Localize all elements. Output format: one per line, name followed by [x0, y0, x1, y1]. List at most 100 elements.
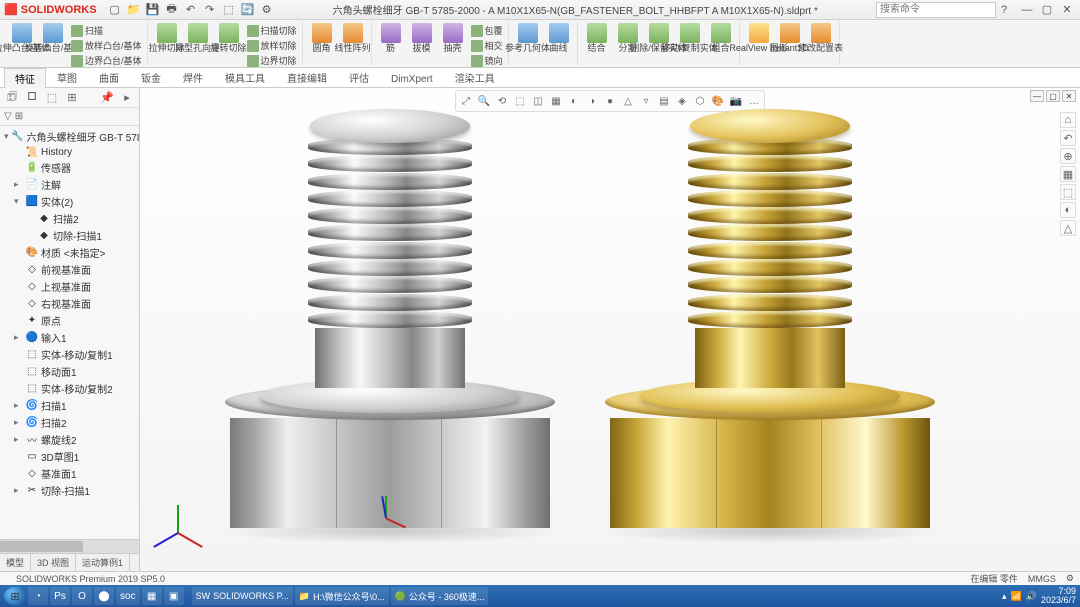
taskbar-app-1[interactable]: 📁H:\微信公众号\0... — [295, 587, 389, 605]
ribbon-button[interactable]: 移动/复制实体 — [675, 23, 705, 53]
tree-node[interactable]: ▾🟦实体(2) — [0, 193, 139, 210]
tree-node[interactable]: ▸🔵输入1 — [0, 329, 139, 346]
qat-2[interactable]: 💾 — [145, 2, 161, 18]
vp-tool-5[interactable]: ▦ — [548, 93, 564, 109]
ribbon-button[interactable]: 筋 — [376, 23, 406, 68]
taskbar-clock[interactable]: 7:092023/6/7 — [1041, 587, 1076, 605]
panel-tab-1[interactable]: 🞑 — [24, 90, 40, 106]
ribbon-small-button[interactable]: 相交 — [469, 38, 505, 53]
panel-tab-2[interactable]: ⬚ — [44, 90, 60, 106]
ribbon-button[interactable]: RealView 图形 — [744, 23, 774, 53]
cmdtab-焊件[interactable]: 焊件 — [172, 67, 214, 87]
taskbar-pinned-1[interactable]: Ps — [50, 587, 70, 605]
ribbon-button[interactable]: 线性阵列 — [338, 23, 368, 53]
tree-node[interactable]: ▸〰螺旋线2 — [0, 431, 139, 448]
vp-tool-10[interactable]: ▿ — [638, 93, 654, 109]
taskpane-tab-3[interactable]: ▦ — [1060, 166, 1076, 182]
tree-node[interactable]: ▸🌀扫描2 — [0, 414, 139, 431]
minimize-button[interactable]: — — [1018, 3, 1036, 17]
bottom-tab[interactable]: 运动算例1 — [76, 554, 130, 571]
vp-tool-2[interactable]: ⟲ — [494, 93, 510, 109]
vp-tool-4[interactable]: ◫ — [530, 93, 546, 109]
status-settings-icon[interactable]: ⚙ — [1066, 573, 1074, 584]
tray-arrow-icon[interactable]: ▴ — [1002, 591, 1007, 602]
ribbon-button[interactable]: 曲线 — [544, 23, 574, 53]
qat-8[interactable]: ⚙ — [259, 2, 275, 18]
ribbon-small-button[interactable]: 边界凸台/基体 — [69, 53, 144, 68]
tray-network-icon[interactable]: 📶 — [1011, 591, 1022, 602]
tree-node[interactable]: 🎨材质 <未指定> — [0, 244, 139, 261]
start-button[interactable]: ⊞ — [4, 587, 26, 605]
qat-4[interactable]: ↶ — [183, 2, 199, 18]
cmdtab-模具工具[interactable]: 模具工具 — [214, 67, 276, 87]
cmdtab-特征[interactable]: 特征 — [4, 68, 46, 88]
vp-tool-11[interactable]: ▤ — [656, 93, 672, 109]
tree-node[interactable]: ◇右视基准面 — [0, 295, 139, 312]
ribbon-button[interactable]: 拔模 — [407, 23, 437, 68]
bottom-tab[interactable]: 模型 — [0, 554, 31, 571]
ribbon-button[interactable]: 参考几何体 — [513, 23, 543, 53]
tree-node[interactable]: ⬚实体-移动/复制2 — [0, 380, 139, 397]
bottom-tab[interactable]: 3D 视图 — [31, 554, 76, 571]
taskbar-pinned-4[interactable]: soc — [116, 587, 140, 605]
tree-node[interactable]: ◇上视基准面 — [0, 278, 139, 295]
vp-tool-14[interactable]: 🎨 — [710, 93, 726, 109]
vp-close-icon[interactable]: ✕ — [1062, 90, 1076, 102]
tree-node[interactable]: ◆扫描2 — [0, 210, 139, 227]
ribbon-small-button[interactable]: 扫描 — [69, 23, 144, 38]
panel-tab-3[interactable]: ⊞ — [64, 90, 80, 106]
ribbon-button[interactable]: 修改配置表 — [806, 23, 836, 53]
taskpane-tab-4[interactable]: ⬚ — [1060, 184, 1076, 200]
vp-tool-0[interactable]: ⤢ — [458, 93, 474, 109]
panel-tab-0[interactable]: 🗊 — [4, 90, 20, 106]
taskbar-pinned-3[interactable]: ⬤ — [94, 587, 114, 605]
ribbon-small-button[interactable]: 边界切除 — [245, 53, 299, 68]
panel-expand-icon[interactable]: ▸ — [119, 90, 135, 106]
taskbar-pinned-2[interactable]: O — [72, 587, 92, 605]
ribbon-button[interactable]: 旋转切除 — [214, 23, 244, 68]
search-input[interactable] — [876, 2, 996, 18]
vp-tool-9[interactable]: △ — [620, 93, 636, 109]
ribbon-small-button[interactable]: 放样凸台/基体 — [69, 38, 144, 53]
tree-node[interactable]: ▸📄注解 — [0, 176, 139, 193]
taskbar-pinned-0[interactable]: ◔ — [28, 587, 48, 605]
ribbon-button[interactable]: 抽壳 — [438, 23, 468, 68]
tree-node[interactable]: ▭3D草图1 — [0, 448, 139, 465]
tree-root[interactable]: ▾ 🔧 六角头螺栓细牙 GB-T 5785-2000 - A M — [0, 128, 139, 145]
vp-tool-8[interactable]: ● — [602, 93, 618, 109]
taskpane-tab-6[interactable]: △ — [1060, 220, 1076, 236]
taskbar-pinned-6[interactable]: ▣ — [164, 587, 184, 605]
cmdtab-直接编辑[interactable]: 直接编辑 — [276, 67, 338, 87]
view-orientation-triad[interactable] — [152, 491, 202, 541]
tree-node[interactable]: ⬚移动面1 — [0, 363, 139, 380]
qat-1[interactable]: 📁 — [126, 2, 142, 18]
ribbon-button[interactable]: 旋转凸台/基体 — [38, 23, 68, 68]
taskpane-tab-2[interactable]: ⊕ — [1060, 148, 1076, 164]
tree-node[interactable]: ◇基准面1 — [0, 465, 139, 482]
tree-node[interactable]: 📜History — [0, 145, 139, 159]
close-button[interactable]: ✕ — [1058, 3, 1076, 17]
tree-node[interactable]: ▸✂切除-扫描1 — [0, 482, 139, 499]
vp-max-icon[interactable]: ▢ — [1046, 90, 1060, 102]
maximize-button[interactable]: ▢ — [1038, 3, 1056, 17]
qat-5[interactable]: ↷ — [202, 2, 218, 18]
ribbon-button[interactable]: 异型孔向导 — [183, 23, 213, 68]
vp-tool-3[interactable]: ⬚ — [512, 93, 528, 109]
vp-tool-6[interactable]: ◐ — [566, 93, 582, 109]
vp-min-icon[interactable]: — — [1030, 90, 1044, 102]
help-icon[interactable]: ? — [996, 2, 1012, 18]
taskbar-pinned-5[interactable]: ▦ — [142, 587, 162, 605]
status-units[interactable]: MMGS — [1028, 574, 1056, 584]
cmdtab-草图[interactable]: 草图 — [46, 67, 88, 87]
tree-node[interactable]: ◆切除-扫描1 — [0, 227, 139, 244]
cmdtab-评估[interactable]: 评估 — [338, 67, 380, 87]
taskpane-tab-1[interactable]: ↶ — [1060, 130, 1076, 146]
vp-tool-7[interactable]: ◑ — [584, 93, 600, 109]
tree-node[interactable]: ⬚实体-移动/复制1 — [0, 346, 139, 363]
panel-pin-icon[interactable]: 📌 — [99, 90, 115, 106]
ribbon-small-button[interactable]: 镜向 — [469, 53, 505, 68]
vp-tool-12[interactable]: ◈ — [674, 93, 690, 109]
cmdtab-钣金[interactable]: 钣金 — [130, 67, 172, 87]
taskpane-tab-5[interactable]: ◐ — [1060, 202, 1076, 218]
qat-6[interactable]: ⬚ — [221, 2, 237, 18]
